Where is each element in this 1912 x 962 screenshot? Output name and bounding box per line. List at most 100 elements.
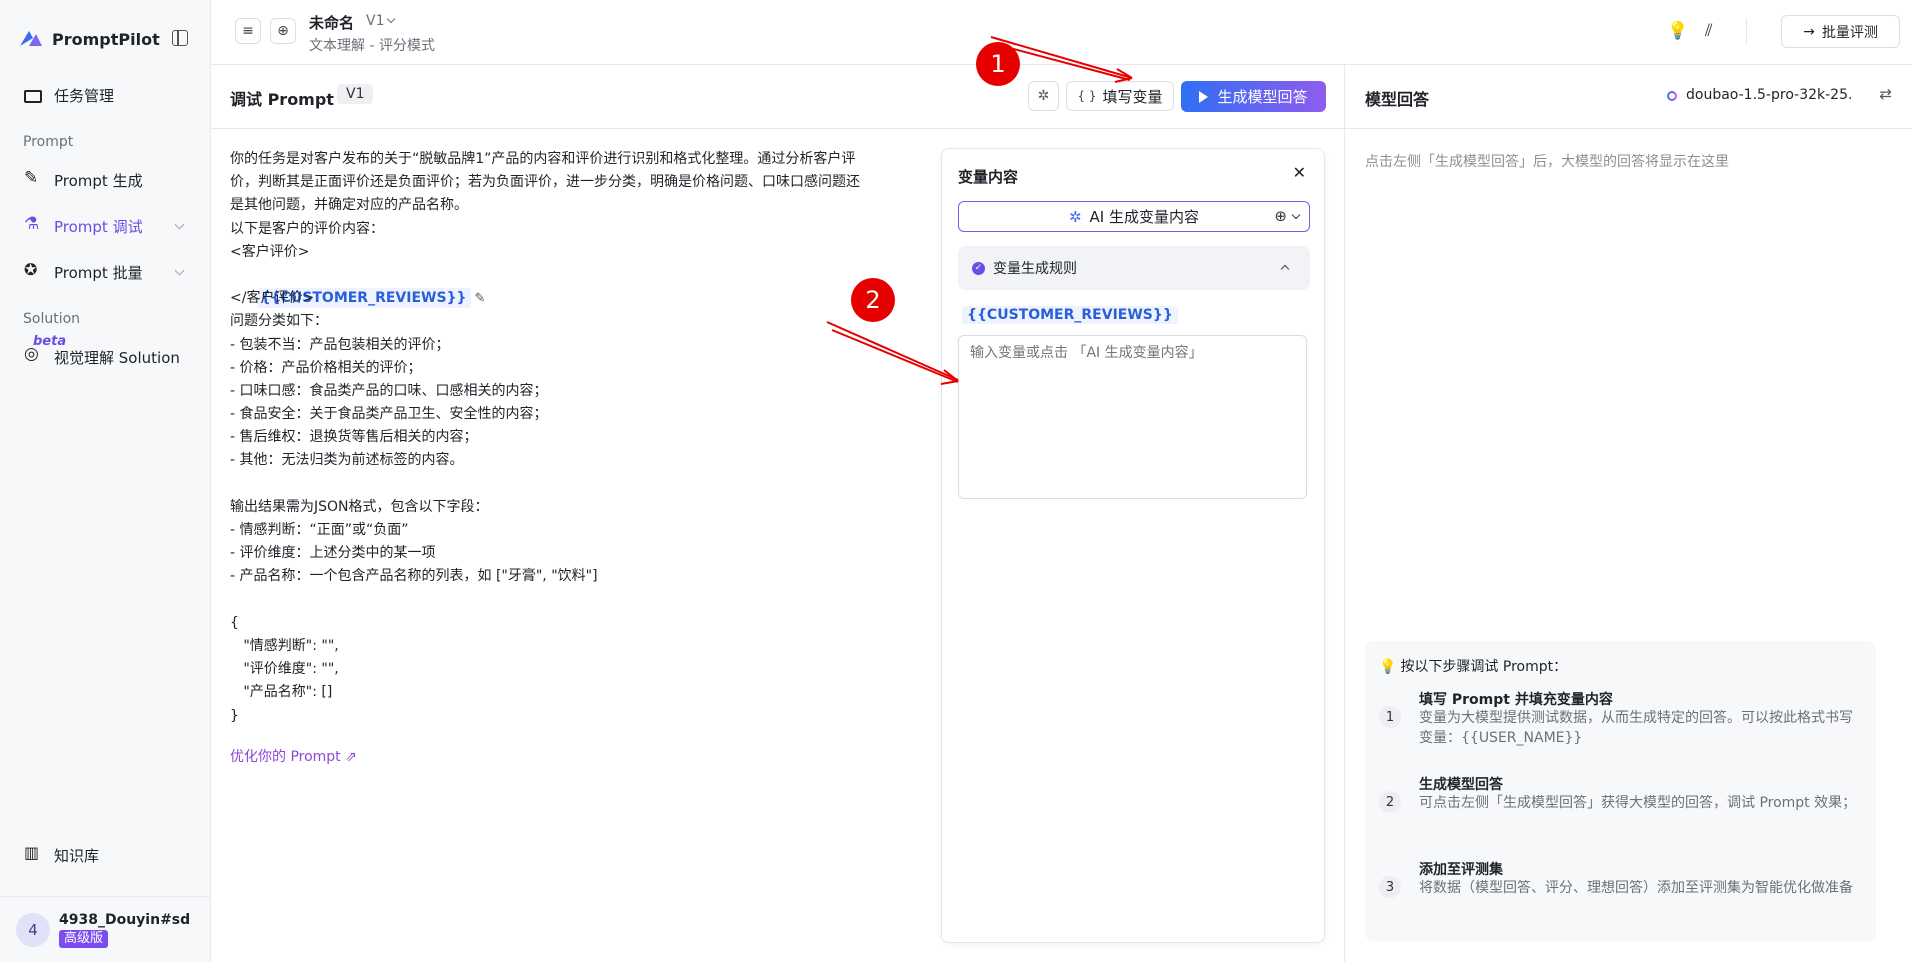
prompt-line: - 其他：无法归类为前述标签的内容。 bbox=[230, 452, 464, 469]
eye-icon bbox=[24, 344, 42, 366]
prompt-editor[interactable]: 你的任务是对客户发布的关于“脱敏品牌1”产品的内容和评价进行识别和格式化整理。通… bbox=[230, 148, 930, 728]
chevron-down-icon bbox=[174, 219, 185, 230]
generate-response-button[interactable]: 生成模型回答 bbox=[1181, 81, 1326, 112]
magic-wand-button[interactable]: ✲ bbox=[1028, 81, 1059, 111]
step-desc: 可点击左侧「生成模型回答」获得大模型的回答，调试 Prompt 效果； bbox=[1419, 795, 1857, 811]
sidebar-item-prompt-generate[interactable]: Prompt 生成 bbox=[12, 161, 199, 199]
prompt-line: "情感判断": "", bbox=[230, 637, 339, 654]
fill-variables-button[interactable]: { } 填写变量 bbox=[1066, 81, 1174, 111]
sidebar-item-label: Prompt 生成 bbox=[54, 171, 143, 190]
batch-eval-label: 批量评测 bbox=[1821, 24, 1878, 41]
sidebar-item-label: 视觉理解 Solution bbox=[54, 348, 180, 367]
star-icon bbox=[24, 260, 42, 281]
prompt-line: } bbox=[230, 707, 239, 724]
doc-title[interactable]: 未命名 bbox=[309, 12, 354, 33]
app: PromptPilot 任务管理 Prompt Prompt 生成 Prompt… bbox=[0, 0, 1912, 962]
settings-sliders-icon[interactable]: ⇄ bbox=[1879, 85, 1892, 103]
prompt-line: 价，判断其是正面评价还是负面评价；若为负面评价，进一步分类，明确是价格问题、口味… bbox=[230, 174, 860, 191]
prompt-line: "评价维度": "", bbox=[230, 661, 339, 678]
step-title: 生成模型回答 bbox=[1419, 777, 1503, 793]
sidebar-collapse-icon[interactable] bbox=[172, 30, 188, 46]
generate-response-label: 生成模型回答 bbox=[1217, 88, 1308, 106]
prompt-line: - 情感判断：“正面”或“负面” bbox=[230, 522, 409, 538]
menu-icon: ≡ bbox=[242, 23, 254, 39]
prompt-line: - 售后维权：退换货等售后相关的内容； bbox=[230, 429, 478, 446]
play-icon bbox=[1199, 90, 1209, 103]
prompt-line: - 产品名称：一个包含产品名称的列表，如 ["牙膏", "饮料"] bbox=[230, 568, 598, 585]
variable-name-chip: {{CUSTOMER_REVIEWS}} bbox=[962, 306, 1178, 324]
docs-icon[interactable]: ⫽ bbox=[1705, 21, 1713, 41]
sidebar-item-prompt-batch[interactable]: Prompt 批量 bbox=[12, 253, 199, 291]
step-number: 1 bbox=[1379, 706, 1401, 728]
check-circle-icon: ✓ bbox=[972, 261, 985, 275]
chevron-up-icon bbox=[1280, 264, 1290, 274]
prompt-line: <客户评价> bbox=[230, 243, 310, 260]
lightbulb-icon[interactable]: 💡 bbox=[1667, 21, 1688, 41]
app-name: PromptPilot bbox=[52, 29, 160, 49]
user-name: 4938_Douyin#sd... bbox=[59, 911, 189, 928]
sidebar-item-tasks[interactable]: 任务管理 bbox=[12, 76, 199, 114]
steps-title: 💡 按以下步骤调试 Prompt： bbox=[1379, 656, 1567, 676]
sidebar-item-label: Prompt 批量 bbox=[54, 263, 143, 282]
annotation-marker-1: 1 bbox=[976, 42, 1020, 86]
add-button[interactable]: ⊕ bbox=[270, 18, 296, 44]
menu-button[interactable]: ≡ bbox=[235, 18, 261, 44]
avatar: 4 bbox=[16, 912, 50, 947]
close-icon[interactable]: ✕ bbox=[1293, 163, 1306, 182]
doc-version[interactable]: V1 bbox=[366, 13, 384, 29]
chevron-down-icon[interactable] bbox=[1291, 210, 1301, 220]
sidebar-item-knowledge[interactable]: 知识库 bbox=[12, 836, 199, 874]
step-title: 添加至评测集 bbox=[1419, 862, 1503, 878]
prompt-line bbox=[230, 589, 930, 612]
ai-generate-variables-button[interactable]: ✲ AI 生成变量内容 ⊕ bbox=[958, 201, 1310, 232]
plan-badge: 高级版 bbox=[59, 929, 109, 948]
magic-wand-icon: ✲ bbox=[1037, 88, 1050, 104]
prompt-line: 问题分类如下： bbox=[230, 313, 328, 330]
chevron-down-icon[interactable] bbox=[386, 14, 396, 24]
globe-icon[interactable]: ⊕ bbox=[1274, 207, 1287, 225]
user-profile[interactable]: 4 4938_Douyin#sd... 高级版 bbox=[0, 896, 211, 962]
prompt-line: - 食品安全：关于食品类产品卫生、安全性的内容； bbox=[230, 406, 548, 423]
step-desc: 将数据（模型回答、评分、理想回答）添加至评测集为智能优化做准备 bbox=[1419, 880, 1853, 896]
sidebar-item-prompt-debug[interactable]: Prompt 调试 bbox=[12, 207, 199, 245]
fill-variables-label: 填写变量 bbox=[1102, 87, 1163, 106]
prompt-line: 你的任务是对客户发布的关于“脱敏品牌1”产品的内容和评价进行识别和格式化整理。通… bbox=[230, 151, 856, 167]
braces-icon: { } bbox=[1077, 89, 1097, 103]
step-number: 3 bbox=[1379, 876, 1401, 898]
prompt-line: 是其他问题，并确定对应的产品名称。 bbox=[230, 197, 468, 214]
arrow-right-icon: → bbox=[1803, 23, 1815, 40]
optimize-prompt-link[interactable]: 优化你的 Prompt ⇗ bbox=[230, 746, 357, 766]
step-title: 填写 Prompt 并填充变量内容 bbox=[1419, 692, 1613, 708]
sidebar: PromptPilot 任务管理 Prompt Prompt 生成 Prompt… bbox=[0, 0, 211, 962]
lightbulb-icon: 💡 bbox=[1379, 659, 1397, 675]
folder-icon bbox=[24, 90, 42, 103]
model-selector[interactable]: doubao-1.5-pro-32k-25... bbox=[1686, 87, 1851, 103]
edit-icon[interactable]: ✎ bbox=[475, 287, 486, 310]
external-link-icon: ⇗ bbox=[345, 749, 357, 765]
flask-icon bbox=[24, 214, 42, 235]
sidebar-item-label: Prompt 调试 bbox=[54, 217, 143, 236]
model-response-title: 模型回答 bbox=[1365, 90, 1430, 109]
page-title: 调试 Prompt bbox=[230, 90, 334, 109]
prompt-line: 以下是客户的评价内容： bbox=[230, 220, 384, 237]
prompt-line: 输出结果需为JSON格式，包含以下字段： bbox=[230, 498, 489, 515]
section-solution: Solution bbox=[23, 311, 81, 327]
sidebar-item-visual-solution[interactable]: 视觉理解 Solution bbox=[12, 338, 199, 376]
book-icon bbox=[24, 843, 42, 864]
pen-icon bbox=[24, 168, 42, 189]
model-response-header: 模型回答 doubao-1.5-pro-32k-25... ⇄ bbox=[1345, 65, 1912, 129]
variable-rules-toggle[interactable]: ✓ 变量生成规则 bbox=[958, 246, 1310, 290]
model-response-pane: 模型回答 doubao-1.5-pro-32k-25... ⇄ 点击左侧「生成模… bbox=[1344, 65, 1912, 962]
prompt-line: - 口味口感：食品类产品的口味、口感相关的内容； bbox=[230, 382, 548, 399]
sidebar-item-label: 任务管理 bbox=[54, 86, 115, 105]
variable-value-input[interactable] bbox=[958, 335, 1307, 499]
logo-icon bbox=[20, 31, 42, 46]
optimize-prompt-label: 优化你的 Prompt bbox=[230, 749, 341, 765]
ai-generate-label: AI 生成变量内容 bbox=[1089, 208, 1200, 226]
prompt-line: - 价格：产品价格相关的评价； bbox=[230, 359, 422, 376]
sparkle-icon: ✲ bbox=[1068, 207, 1082, 226]
prompt-line bbox=[230, 473, 930, 496]
batch-eval-button[interactable]: → 批量评测 bbox=[1781, 15, 1900, 48]
topbar: ≡ ⊕ 未命名 V1 文本理解 - 评分模式 💡 ⫽ → 批量评测 bbox=[211, 0, 1912, 65]
annotation-marker-2: 2 bbox=[851, 278, 895, 322]
